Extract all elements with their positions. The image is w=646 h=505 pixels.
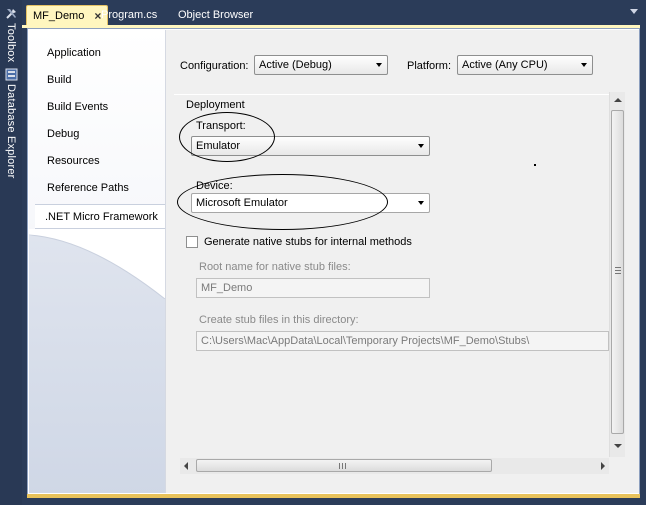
stub-directory-input[interactable]: C:\Users\Mac\AppData\Local\Temporary Pro… <box>196 331 609 351</box>
nav-item-net-micro-framework[interactable]: .NET Micro Framework <box>35 204 165 229</box>
toolbox-dock-tab[interactable]: Toolbox <box>2 6 20 62</box>
scroll-up-arrow-icon[interactable] <box>614 98 622 102</box>
left-dock: Toolbox Database Explorer <box>0 0 22 505</box>
grip-icon <box>339 463 340 469</box>
property-page-nav: Application Build Build Events Debug Res… <box>29 30 165 493</box>
platform-select[interactable]: Active (Any CPU) <box>457 55 593 75</box>
document-tab-strip: MF_Demo × Program.cs Object Browser <box>22 0 646 28</box>
stray-dot <box>534 164 536 166</box>
scroll-left-arrow-icon[interactable] <box>184 462 188 470</box>
tab-program-cs[interactable]: Program.cs <box>95 5 163 25</box>
nav-item-application[interactable]: Application <box>47 47 101 59</box>
vertical-scroll-thumb[interactable] <box>611 110 624 434</box>
nav-item-resources[interactable]: Resources <box>47 155 100 167</box>
root-name-input[interactable]: MF_Demo <box>196 278 430 298</box>
nav-item-build[interactable]: Build <box>47 74 71 86</box>
database-explorer-label: Database Explorer <box>5 84 17 179</box>
toolbox-icon <box>4 6 18 20</box>
nav-item-reference-paths[interactable]: Reference Paths <box>47 182 129 194</box>
platform-label: Platform: <box>407 60 452 72</box>
grip-icon <box>342 463 343 469</box>
scroll-right-arrow-icon[interactable] <box>601 462 605 470</box>
annotation-ellipse-device <box>177 174 388 230</box>
configuration-label: Configuration: <box>180 60 249 72</box>
grip-icon <box>615 273 621 274</box>
configuration-value: Active (Debug) <box>259 59 332 71</box>
deployment-group-label: Deployment <box>186 99 245 111</box>
nav-selection-wedge <box>29 229 165 299</box>
chevron-down-icon <box>581 63 587 67</box>
chevron-down-icon <box>418 144 424 148</box>
grip-icon <box>345 463 346 469</box>
configuration-select[interactable]: Active (Debug) <box>254 55 388 75</box>
generate-native-stubs-label: Generate native stubs for internal metho… <box>204 236 412 248</box>
stub-directory-value: C:\Users\Mac\AppData\Local\Temporary Pro… <box>201 335 530 347</box>
chevron-down-icon <box>376 63 382 67</box>
stub-directory-label: Create stub files in this directory: <box>199 314 359 326</box>
chevron-down-icon <box>418 201 424 205</box>
toolbox-label: Toolbox <box>5 23 17 63</box>
horizontal-scrollbar[interactable] <box>180 458 609 474</box>
root-name-label: Root name for native stub files: <box>199 261 351 273</box>
chevron-down-icon[interactable] <box>630 9 638 14</box>
platform-value: Active (Any CPU) <box>462 59 548 71</box>
generate-native-stubs-checkbox[interactable] <box>186 236 198 248</box>
vertical-scrollbar[interactable] <box>609 92 625 457</box>
project-properties-document: Application Build Build Events Debug Res… <box>27 28 640 495</box>
annotation-ellipse-transport <box>179 112 275 162</box>
tab-object-browser[interactable]: Object Browser <box>172 5 259 25</box>
grip-icon <box>615 267 621 268</box>
grip-icon <box>615 270 621 271</box>
database-explorer-icon <box>4 67 18 81</box>
nav-item-build-events[interactable]: Build Events <box>47 101 108 113</box>
database-explorer-dock-tab[interactable]: Database Explorer <box>2 67 20 179</box>
document-bottom-band <box>27 494 640 498</box>
tab-label: Program.cs <box>101 9 158 21</box>
tab-label: Object Browser <box>178 9 254 21</box>
horizontal-scroll-thumb[interactable] <box>196 459 492 472</box>
nav-item-debug[interactable]: Debug <box>47 128 79 140</box>
scroll-down-arrow-icon[interactable] <box>614 444 622 448</box>
tab-label: MF_Demo <box>33 9 85 22</box>
root-name-value: MF_Demo <box>201 282 253 294</box>
property-page-content: Configuration: Active (Debug) Platform: … <box>165 30 639 493</box>
